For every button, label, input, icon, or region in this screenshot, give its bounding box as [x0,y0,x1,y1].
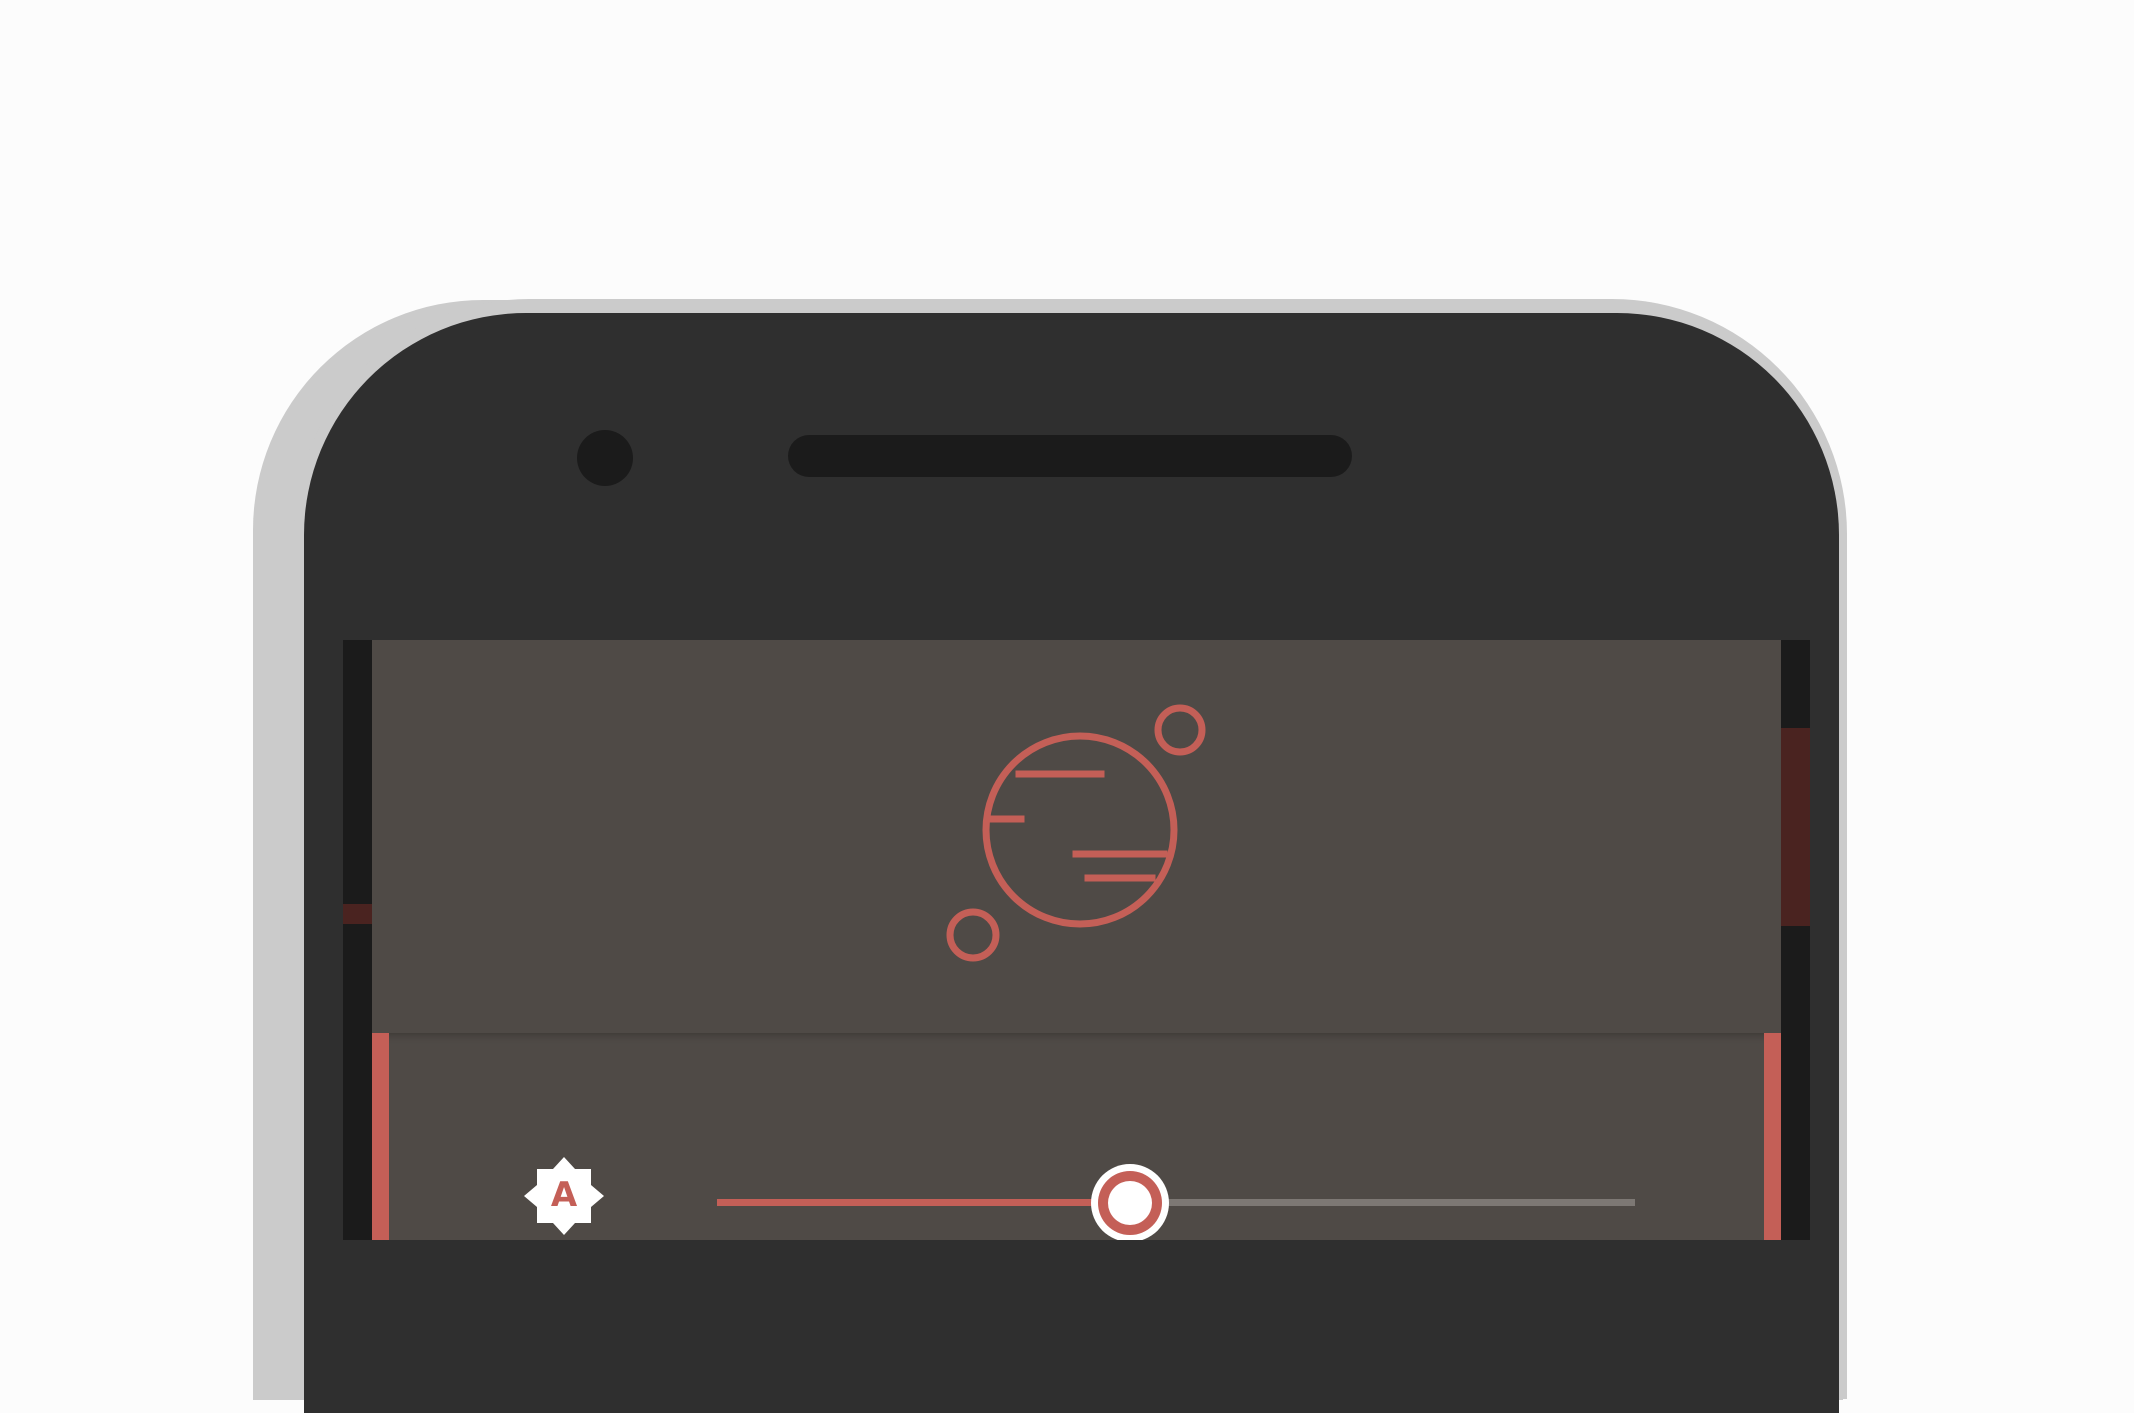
slider-fill [717,1199,1130,1206]
panel-accent-right [1764,1033,1781,1240]
app-header [372,640,1781,1033]
slider-thumb-core [1108,1181,1152,1225]
auto-brightness-label: A [550,1175,578,1215]
quick-settings-panel: A [372,1033,1781,1240]
planet-logo-icon [946,704,1206,962]
background-card-edge-left [343,904,372,924]
slider-thumb[interactable] [1091,1164,1169,1240]
panel-accent-left [372,1033,389,1240]
front-camera [577,430,633,486]
brightness-slider[interactable] [717,1164,1635,1240]
auto-brightness-button[interactable]: A [519,1155,609,1240]
device-screen: A [343,640,1810,1240]
background-card-edge-right [1781,728,1810,926]
earpiece-speaker [788,435,1352,477]
